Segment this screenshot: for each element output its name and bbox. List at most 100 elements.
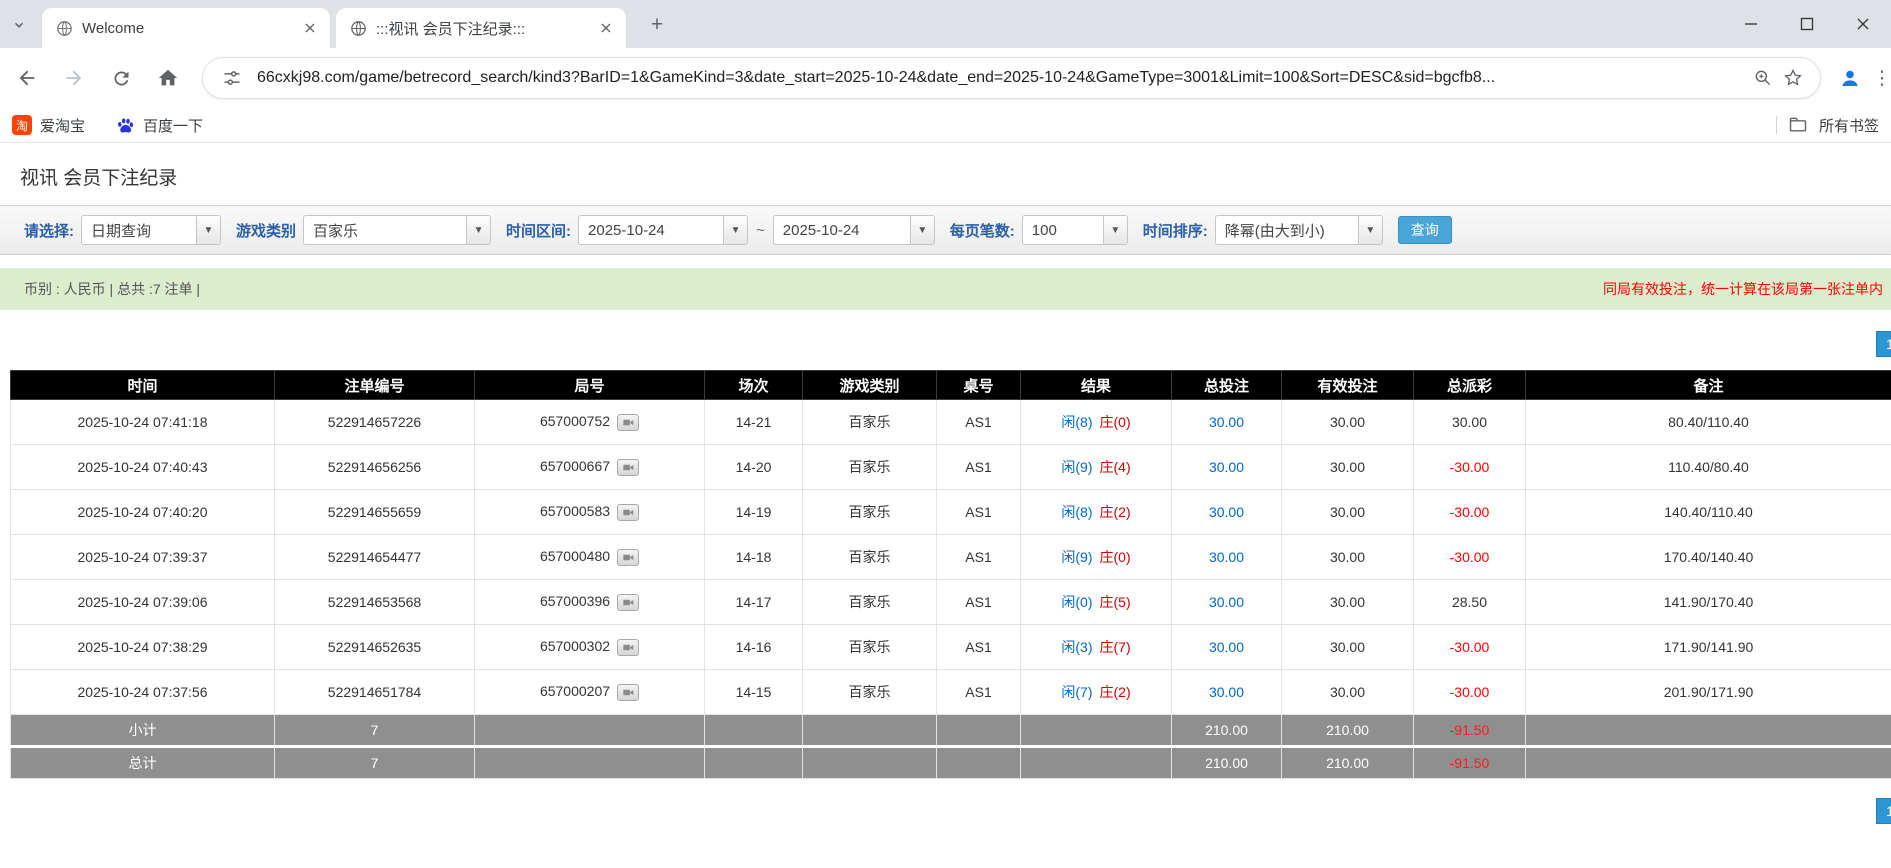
video-replay-icon[interactable] (617, 684, 639, 701)
pagination-bottom: 1 (0, 798, 1891, 824)
tab-list-chevron-icon[interactable] (8, 14, 30, 36)
query-button[interactable]: 查询 (1398, 216, 1452, 244)
tab-welcome[interactable]: Welcome (42, 8, 330, 48)
cell-bet-id: 522914651784 (275, 670, 475, 715)
tab-close-icon[interactable] (300, 18, 320, 38)
valid-bet-notice-text: 同局有效投注，统一计算在该局第一张注单内 (1603, 279, 1883, 299)
query-type-select[interactable]: 日期查询 ▼ (81, 215, 221, 245)
bookmark-baidu[interactable]: 百度一下 (115, 115, 203, 136)
sort-select[interactable]: 降幂(由大到小) ▼ (1215, 215, 1383, 245)
window-controls (1723, 0, 1891, 48)
cell-round: 657000583 (475, 490, 705, 535)
address-bar[interactable]: 66cxkj98.com/game/betrecord_search/kind3… (202, 57, 1821, 99)
browser-menu-icon[interactable]: ⋮ (1873, 58, 1891, 98)
cell-game: 百家乐 (803, 625, 937, 670)
table-row: 2025-10-24 07:37:56 522914651784 6570002… (11, 670, 1891, 715)
cell-table-no: AS1 (937, 670, 1021, 715)
video-replay-icon[interactable] (617, 459, 639, 476)
chevron-down-icon: ▼ (1358, 216, 1382, 244)
page-1-button[interactable]: 1 (1876, 798, 1891, 824)
cell-remark: 141.90/170.40 (1526, 580, 1891, 625)
back-icon[interactable] (7, 58, 47, 98)
cell-remark: 170.40/140.40 (1526, 535, 1891, 580)
round-number: 657000302 (540, 638, 610, 654)
table-row: 2025-10-24 07:39:37 522914654477 6570004… (11, 535, 1891, 580)
col-header-total-bet: 总投注 (1172, 371, 1282, 400)
cell-round: 657000302 (475, 625, 705, 670)
forward-icon[interactable] (54, 58, 94, 98)
info-bar: 币别 : 人民币 | 总共 :7 注单 | 同局有效投注，统一计算在该局第一张注… (0, 268, 1891, 310)
tab-close-icon[interactable] (596, 18, 616, 38)
zoom-icon[interactable] (1748, 63, 1778, 93)
cell-total-bet[interactable]: 30.00 (1172, 580, 1282, 625)
cell-game: 百家乐 (803, 580, 937, 625)
close-window-button[interactable] (1835, 0, 1891, 48)
subtotal-payout: -91.50 (1414, 715, 1526, 747)
cell-game: 百家乐 (803, 490, 937, 535)
round-number: 657000207 (540, 683, 610, 699)
cell-session: 14-20 (705, 445, 803, 490)
cell-table-no: AS1 (937, 490, 1021, 535)
cell-result: 闲(0)庄(5) (1021, 580, 1172, 625)
page-size-label: 每页笔数: (950, 220, 1015, 241)
query-type-value: 日期查询 (82, 216, 196, 244)
date-start-select[interactable]: 2025-10-24 ▼ (578, 215, 748, 245)
chevron-down-icon: ▼ (196, 216, 220, 244)
cell-game: 百家乐 (803, 445, 937, 490)
cell-total-bet[interactable]: 30.00 (1172, 400, 1282, 445)
browser-toolbar: 66cxkj98.com/game/betrecord_search/kind3… (0, 48, 1891, 108)
col-header-bet-id: 注单编号 (275, 371, 475, 400)
date-end-select[interactable]: 2025-10-24 ▼ (773, 215, 935, 245)
cell-total-bet[interactable]: 30.00 (1172, 535, 1282, 580)
result-player: 闲(9) (1061, 459, 1092, 475)
table-row: 2025-10-24 07:41:18 522914657226 6570007… (11, 400, 1891, 445)
chevron-down-icon: ▼ (910, 216, 934, 244)
col-header-time: 时间 (11, 371, 275, 400)
total-total-bet: 210.00 (1172, 747, 1282, 779)
cell-bet-id: 522914654477 (275, 535, 475, 580)
maximize-button[interactable] (1779, 0, 1835, 48)
cell-round: 657000396 (475, 580, 705, 625)
cell-valid-bet: 30.00 (1282, 445, 1414, 490)
bookmarks-bar: 淘 爱淘宝 百度一下 所有书签 (0, 108, 1891, 143)
video-replay-icon[interactable] (617, 639, 639, 656)
site-settings-tune-icon[interactable] (217, 63, 247, 93)
video-replay-icon[interactable] (617, 594, 639, 611)
cell-round: 657000667 (475, 445, 705, 490)
bookmark-taobao[interactable]: 淘 爱淘宝 (12, 115, 85, 136)
result-player: 闲(8) (1061, 414, 1092, 430)
cell-result: 闲(9)庄(4) (1021, 445, 1172, 490)
all-bookmarks[interactable]: 所有书签 (1776, 114, 1879, 136)
cell-time: 2025-10-24 07:39:06 (11, 580, 275, 625)
browser-window: Welcome :::视讯 会员下注纪录::: + (0, 0, 1891, 868)
cell-total-bet[interactable]: 30.00 (1172, 490, 1282, 535)
cell-valid-bet: 30.00 (1282, 400, 1414, 445)
bookmark-star-icon[interactable] (1778, 63, 1808, 93)
page-size-select[interactable]: 100 ▼ (1022, 215, 1128, 245)
tab-bar: Welcome :::视讯 会员下注纪录::: + (0, 0, 1891, 48)
cell-remark: 110.40/80.40 (1526, 445, 1891, 490)
cell-bet-id: 522914652635 (275, 625, 475, 670)
total-payout: -91.50 (1414, 747, 1526, 779)
tab-betrecord[interactable]: :::视讯 会员下注纪录::: (336, 8, 626, 48)
tab-title: Welcome (82, 20, 291, 37)
refresh-icon[interactable] (101, 58, 141, 98)
cell-total-bet[interactable]: 30.00 (1172, 670, 1282, 715)
video-replay-icon[interactable] (617, 504, 639, 521)
cell-time: 2025-10-24 07:38:29 (11, 625, 275, 670)
cell-result: 闲(8)庄(0) (1021, 400, 1172, 445)
home-icon[interactable] (148, 58, 188, 98)
currency-summary-text: 币别 : 人民币 | 总共 :7 注单 | (24, 279, 200, 299)
page-1-button[interactable]: 1 (1876, 331, 1891, 357)
video-replay-icon[interactable] (617, 414, 639, 431)
game-type-select[interactable]: 百家乐 ▼ (303, 215, 491, 245)
cell-total-bet[interactable]: 30.00 (1172, 625, 1282, 670)
all-bookmarks-label: 所有书签 (1819, 115, 1879, 136)
profile-avatar-icon[interactable] (1833, 61, 1867, 95)
cell-table-no: AS1 (937, 445, 1021, 490)
cell-total-bet[interactable]: 30.00 (1172, 445, 1282, 490)
video-replay-icon[interactable] (617, 549, 639, 566)
new-tab-button[interactable]: + (644, 12, 670, 38)
minimize-button[interactable] (1723, 0, 1779, 48)
bookmark-label: 爱淘宝 (40, 115, 85, 136)
